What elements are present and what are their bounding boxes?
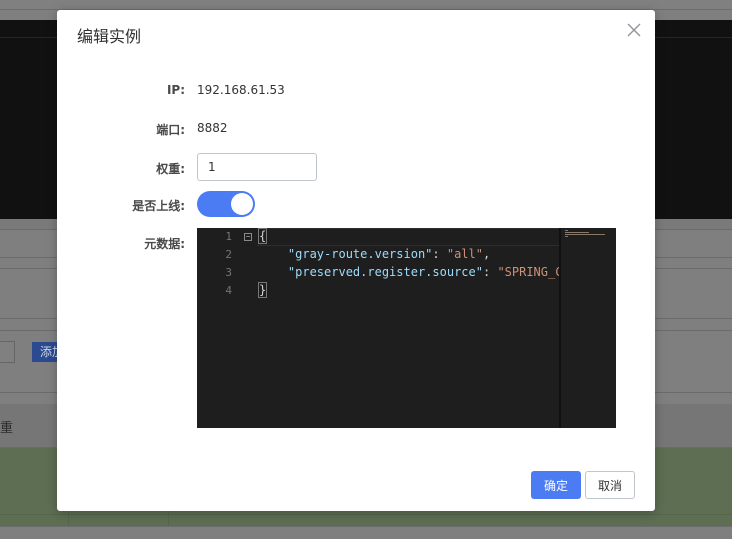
minimap-line [565, 230, 568, 231]
dialog-title: 编辑实例 [77, 27, 142, 46]
json-key: "gray-route.version" [287, 247, 433, 261]
json-string: "SPRING_C [497, 265, 563, 279]
metadata-label: 元数据: [144, 237, 185, 251]
minimap-line [565, 232, 589, 233]
ip-label: IP: [166, 83, 185, 97]
bg-footer [0, 526, 732, 539]
fold-icon[interactable]: − [244, 233, 252, 241]
code-line: { [257, 228, 268, 244]
online-toggle[interactable] [197, 191, 255, 217]
confirm-button[interactable]: 确定 [531, 471, 581, 499]
current-line-highlight [257, 228, 560, 246]
port-label: 端口: [156, 123, 185, 137]
weight-input[interactable] [197, 153, 317, 181]
cancel-button[interactable]: 取消 [585, 471, 635, 499]
line-number: 4 [225, 284, 232, 297]
toggle-knob [231, 193, 253, 215]
bg-table-header-weight: 重 [0, 421, 14, 436]
minimap-line [565, 236, 568, 237]
code-line: } [257, 282, 268, 298]
code-token: } [257, 282, 268, 298]
editor-minimap[interactable] [559, 228, 616, 428]
bg-cell-divider [0, 514, 732, 515]
code-line: "preserved.register.source": "SPRING_C [287, 265, 563, 279]
port-value: 8882 [197, 121, 228, 135]
line-number: 1 [225, 230, 232, 243]
metadata-code-editor[interactable]: 1 2 3 4 − { "gray-route.version": "all",… [197, 228, 616, 428]
close-icon[interactable] [626, 22, 642, 38]
weight-label: 权重: [156, 162, 185, 176]
json-key: "preserved.register.source" [287, 265, 483, 279]
editor-gutter: 1 2 3 4 − [197, 228, 257, 428]
code-line: "gray-route.version": "all", [287, 247, 491, 261]
edit-instance-dialog: 编辑实例 IP: 192.168.61.53 端口: 8882 权重: 是否上线… [57, 10, 655, 511]
line-number: 2 [225, 248, 232, 261]
ip-value: 192.168.61.53 [197, 83, 285, 97]
online-label: 是否上线: [132, 199, 185, 213]
bg-filter-input [0, 341, 15, 363]
code-token: { [257, 228, 268, 244]
line-number: 3 [225, 266, 232, 279]
json-string: "all" [446, 247, 483, 261]
minimap-line [565, 234, 605, 235]
